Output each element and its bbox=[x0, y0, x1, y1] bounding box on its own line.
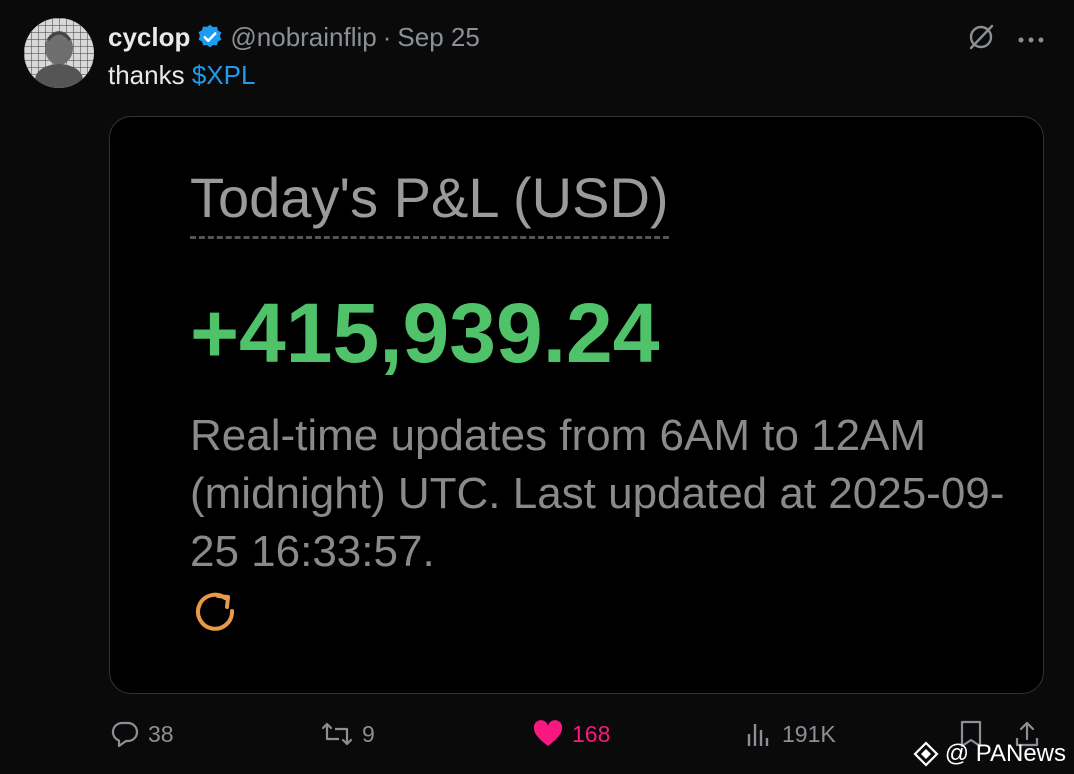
panews-logo-icon bbox=[913, 741, 939, 767]
repost-icon bbox=[321, 722, 353, 746]
heart-icon bbox=[533, 720, 563, 746]
reply-count: 38 bbox=[148, 720, 174, 747]
reply-button[interactable]: 38 bbox=[110, 720, 174, 748]
pnl-update-note: Real-time updates from 6AM to 12AM (midn… bbox=[190, 411, 1005, 576]
views-button[interactable]: 191K bbox=[744, 720, 836, 748]
tweet-date[interactable]: Sep 25 bbox=[397, 22, 479, 53]
like-count: 168 bbox=[572, 720, 611, 747]
tweet-top-controls bbox=[966, 22, 1044, 57]
tweet-text: thanks $XPL bbox=[108, 60, 255, 91]
author-handle[interactable]: @nobrainflip bbox=[230, 22, 376, 53]
more-options-icon[interactable] bbox=[1018, 31, 1044, 49]
views-chart-icon bbox=[747, 724, 769, 746]
tweet-header: cyclop @nobrainflip · Sep 25 bbox=[108, 20, 480, 54]
tweet-text-body: thanks bbox=[108, 60, 192, 90]
like-button[interactable]: 168 bbox=[532, 720, 610, 748]
cashtag-link[interactable]: $XPL bbox=[192, 60, 256, 90]
refresh-icon bbox=[188, 585, 244, 641]
header-separator: · bbox=[382, 21, 392, 52]
panews-watermark: @ PANews bbox=[913, 740, 1066, 768]
verified-badge-icon bbox=[196, 23, 224, 51]
repost-count: 9 bbox=[362, 720, 375, 747]
avatar[interactable] bbox=[24, 18, 94, 88]
reply-icon bbox=[111, 721, 139, 748]
views-count: 191K bbox=[782, 720, 836, 747]
watermark-text: @ PANews bbox=[944, 740, 1066, 767]
tweet-media-image[interactable]: Today's P&L (USD) +415,939.24 Real-time … bbox=[109, 116, 1044, 694]
repost-button[interactable]: 9 bbox=[320, 720, 375, 748]
author-display-name[interactable]: cyclop bbox=[108, 22, 190, 53]
grok-icon[interactable] bbox=[966, 22, 996, 57]
avatar-image bbox=[24, 18, 94, 88]
pnl-value: +415,939.24 bbox=[190, 286, 660, 380]
pnl-title: Today's P&L (USD) bbox=[190, 165, 669, 239]
